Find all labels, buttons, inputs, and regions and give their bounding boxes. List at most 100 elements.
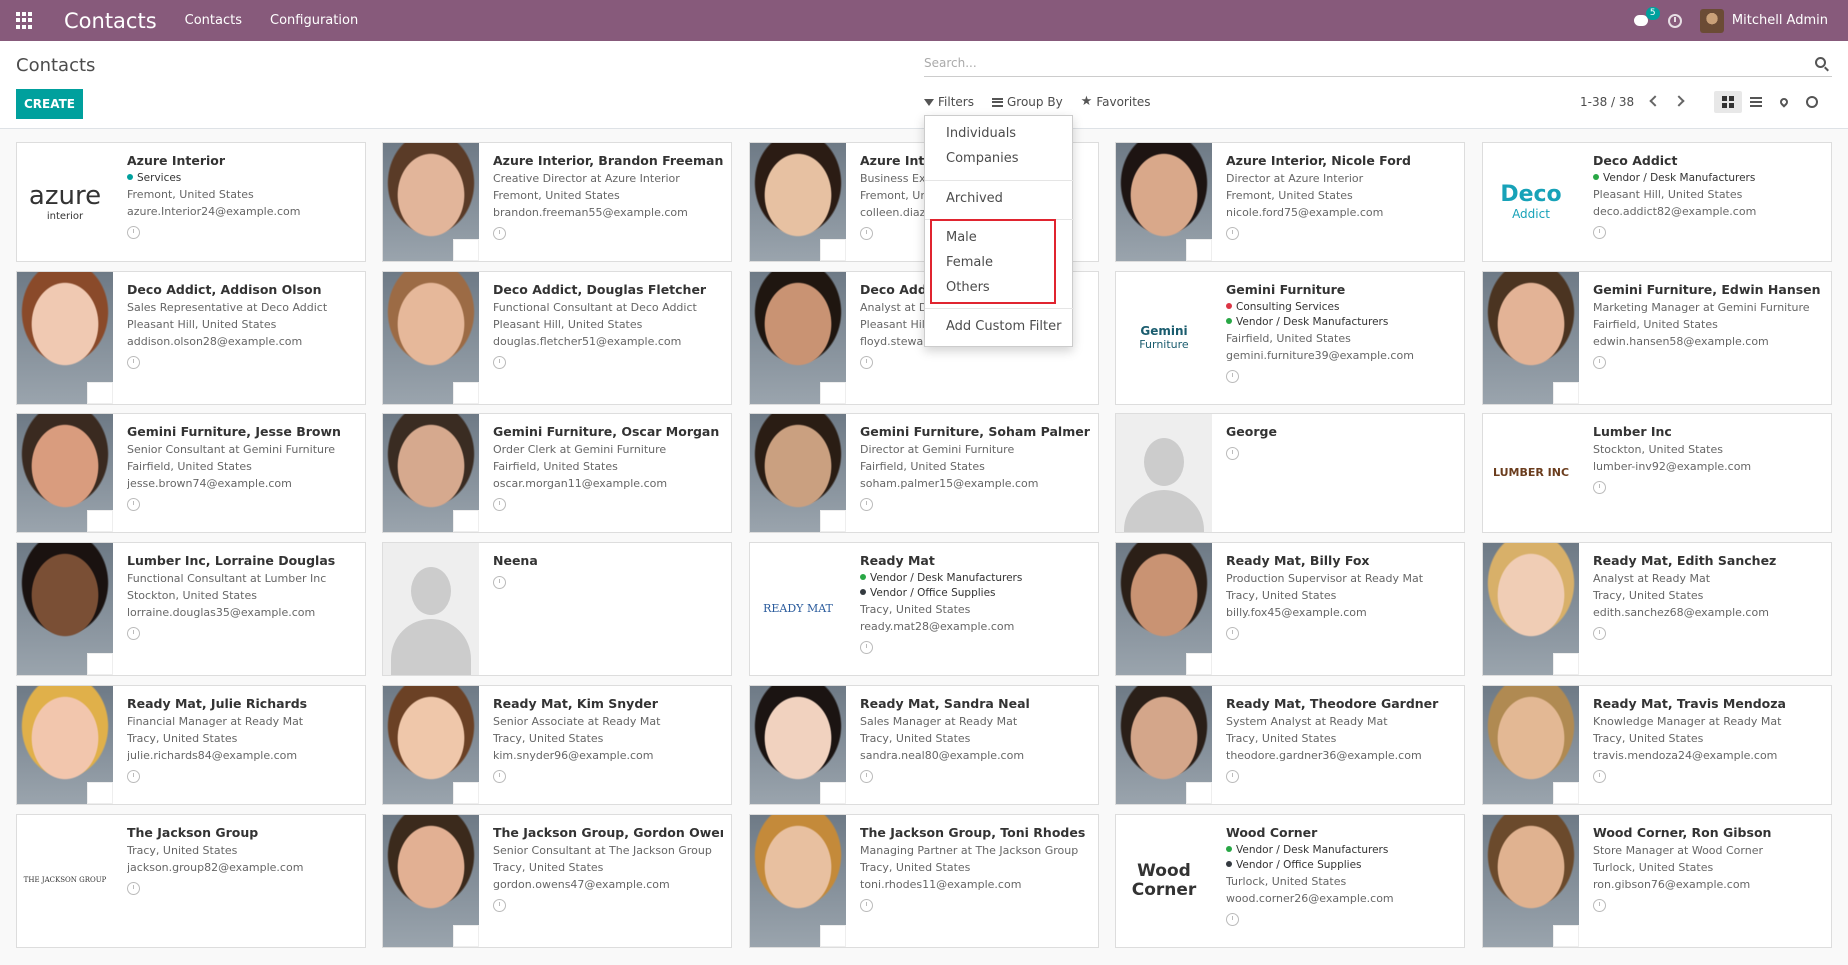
contact-card[interactable]: Wood Corner Wood Corner Vendor / Desk Manuf…: [1115, 814, 1465, 948]
contact-card[interactable]: Deco Addict, Douglas Fletcher Functional …: [382, 271, 732, 405]
contact-name: Lumber Inc: [1593, 424, 1672, 439]
chat-icon[interactable]: 5: [1633, 6, 1660, 28]
contact-card[interactable]: Deco Addict Deco Addict Vendor / Desk Manuf…: [1482, 142, 1832, 262]
activity-clock-icon[interactable]: [493, 227, 506, 240]
activity-clock-icon[interactable]: [127, 882, 140, 895]
app-title: Contacts: [64, 8, 157, 33]
contact-card[interactable]: The Jackson Group, Gordon Owens Senior Co…: [382, 814, 732, 948]
contact-card[interactable]: Gemini Furniture, Soham Palmer Director a…: [749, 413, 1099, 533]
activity-clock-icon[interactable]: [493, 576, 506, 589]
search-icon[interactable]: [1815, 57, 1826, 68]
pager-value[interactable]: 1-38 / 38: [1580, 95, 1634, 109]
groupby-toggle[interactable]: Group By: [991, 95, 1063, 109]
activity-clock-icon[interactable]: [493, 498, 506, 511]
company-mini-logo: [820, 782, 846, 804]
contact-card[interactable]: Gemini Furniture, Edwin Hansen Marketing …: [1482, 271, 1832, 405]
activity-clock-icon[interactable]: [1226, 370, 1239, 383]
activity-clock-icon[interactable]: [1667, 13, 1682, 28]
contact-card[interactable]: LUMBER INC Lumber Inc Stockton, United Sta…: [1482, 413, 1832, 533]
activity-clock-icon[interactable]: [127, 498, 140, 511]
breadcrumb: Contacts: [16, 55, 96, 76]
activity-clock-icon[interactable]: [1226, 770, 1239, 783]
create-button[interactable]: CREATE: [16, 89, 83, 119]
activity-clock-icon[interactable]: [127, 356, 140, 369]
activity-clock-icon[interactable]: [493, 899, 506, 912]
activity-clock-icon[interactable]: [860, 498, 873, 511]
menu-configuration[interactable]: Configuration: [270, 13, 358, 28]
contact-card[interactable]: READY MAT Ready Mat Vendor / Desk Manufact…: [749, 542, 1099, 676]
apps-grid-icon[interactable]: [16, 11, 34, 30]
contact-card[interactable]: Neena: [382, 542, 732, 676]
kanban-view-button[interactable]: [1714, 91, 1742, 113]
activity-clock-icon[interactable]: [127, 627, 140, 640]
activity-clock-icon[interactable]: [1593, 356, 1606, 369]
pager-next-icon[interactable]: [1673, 95, 1685, 107]
filter-female[interactable]: Female: [946, 255, 993, 270]
contact-card[interactable]: Gemini Furniture, Oscar Morgan Order Cler…: [382, 413, 732, 533]
contact-card[interactable]: Ready Mat, Theodore Gardner System Analys…: [1115, 685, 1465, 805]
activity-clock-icon[interactable]: [1226, 447, 1239, 460]
contact-card[interactable]: Lumber Inc, Lorraine Douglas Functional C…: [16, 542, 366, 676]
contact-detail-line: edith.sanchez68@example.com: [1593, 606, 1769, 619]
activity-clock-icon[interactable]: [1226, 627, 1239, 640]
activity-clock-icon[interactable]: [127, 770, 140, 783]
contact-card[interactable]: Ready Mat, Billy Fox Production Superviso…: [1115, 542, 1465, 676]
contact-card[interactable]: George: [1115, 413, 1465, 533]
user-name: Mitchell Admin: [1731, 13, 1828, 28]
filter-companies[interactable]: Companies: [946, 151, 1019, 166]
contact-card[interactable]: Ready Mat, Kim Snyder Senior Associate at…: [382, 685, 732, 805]
contact-card[interactable]: Gemini Furniture Gemini Furniture Consultin…: [1115, 271, 1465, 405]
contact-card[interactable]: Deco Addict, Addison Olson Sales Represen…: [16, 271, 366, 405]
activity-clock-icon[interactable]: [1226, 227, 1239, 240]
activity-view-button[interactable]: [1798, 91, 1826, 113]
activity-clock-icon[interactable]: [1593, 770, 1606, 783]
activity-clock-icon[interactable]: [860, 356, 873, 369]
contact-card[interactable]: The Jackson Group, Toni Rhodes Managing P…: [749, 814, 1099, 948]
activity-clock-icon[interactable]: [127, 226, 140, 239]
map-view-button[interactable]: [1770, 91, 1798, 113]
avatar-body-shape: [391, 619, 471, 675]
contact-name: Ready Mat, Edith Sanchez: [1593, 553, 1777, 568]
activity-clock-icon[interactable]: [493, 770, 506, 783]
user-menu[interactable]: Mitchell Admin: [1699, 8, 1828, 33]
activity-clock-icon[interactable]: [860, 227, 873, 240]
contact-card[interactable]: Azure Interior, Brandon Freeman Creative …: [382, 142, 732, 262]
contact-card[interactable]: Wood Corner, Ron Gibson Store Manager at …: [1482, 814, 1832, 948]
filter-archived[interactable]: Archived: [946, 191, 1003, 206]
contact-card[interactable]: Gemini Furniture, Jesse Brown Senior Cons…: [16, 413, 366, 533]
contact-card[interactable]: Azure Interior, Nicole Ford Director at A…: [1115, 142, 1465, 262]
activity-clock-icon[interactable]: [1593, 627, 1606, 640]
activity-clock-icon[interactable]: [860, 899, 873, 912]
contact-card[interactable]: Ready Mat, Travis Mendoza Knowledge Manag…: [1482, 685, 1832, 805]
filter-others[interactable]: Others: [946, 280, 990, 295]
tag-color-dot: [127, 174, 133, 180]
contact-card[interactable]: Ready Mat, Sandra Neal Sales Manager at R…: [749, 685, 1099, 805]
dropdown-divider: [925, 219, 1074, 220]
filter-male[interactable]: Male: [946, 230, 977, 245]
activity-clock-icon[interactable]: [860, 770, 873, 783]
activity-clock-icon[interactable]: [493, 356, 506, 369]
contact-photo: [17, 414, 113, 532]
contact-card[interactable]: Ready Mat, Edith Sanchez Analyst at Ready…: [1482, 542, 1832, 676]
activity-clock-icon[interactable]: [1593, 481, 1606, 494]
activity-clock-icon[interactable]: [1226, 913, 1239, 926]
contact-card[interactable]: azure interior Azure Interior Services Fremo…: [16, 142, 366, 262]
contact-detail-line: billy.fox45@example.com: [1226, 606, 1367, 619]
contact-photo: [17, 272, 113, 404]
contact-photo: [383, 414, 479, 532]
tag-color-dot: [1593, 174, 1599, 180]
filters-toggle[interactable]: Filters: [924, 95, 974, 109]
list-view-button[interactable]: [1742, 91, 1770, 113]
menu-contacts[interactable]: Contacts: [185, 13, 242, 28]
add-custom-filter[interactable]: Add Custom Filter: [946, 319, 1061, 334]
search-input[interactable]: [924, 51, 1804, 75]
contact-card[interactable]: THE JACKSON GROUP The Jackson Group Tracy,…: [16, 814, 366, 948]
contact-detail-line: Stockton, United States: [1593, 443, 1723, 456]
activity-clock-icon[interactable]: [1593, 226, 1606, 239]
filter-individuals[interactable]: Individuals: [946, 126, 1016, 141]
activity-clock-icon[interactable]: [1593, 899, 1606, 912]
pager-previous-icon[interactable]: [1649, 95, 1661, 107]
favorites-toggle[interactable]: ★ Favorites: [1081, 95, 1151, 109]
contact-card[interactable]: Ready Mat, Julie Richards Financial Manag…: [16, 685, 366, 805]
activity-clock-icon[interactable]: [860, 641, 873, 654]
